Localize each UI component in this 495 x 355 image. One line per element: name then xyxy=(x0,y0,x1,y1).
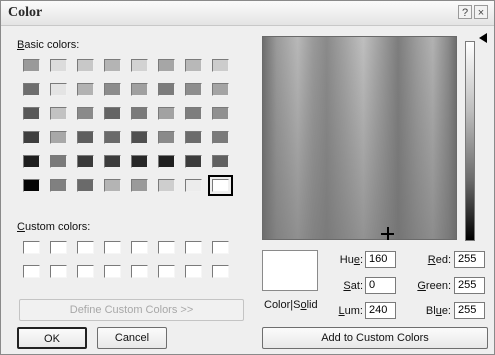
title-bar: Color ? × xyxy=(1,1,494,26)
basic-color-swatch[interactable] xyxy=(131,155,148,168)
basic-color-swatch[interactable] xyxy=(77,179,94,192)
green-label: Green: xyxy=(417,280,451,292)
crosshair-vertical xyxy=(387,227,389,240)
basic-color-swatch[interactable] xyxy=(212,155,229,168)
lum-field[interactable]: 240 xyxy=(365,302,396,319)
basic-color-swatch[interactable] xyxy=(212,83,229,96)
basic-color-swatch[interactable] xyxy=(50,59,67,72)
custom-color-swatch[interactable] xyxy=(77,241,94,254)
sat-label: Sat: xyxy=(343,280,363,292)
custom-color-swatch[interactable] xyxy=(104,265,121,278)
basic-color-swatch[interactable] xyxy=(23,179,40,192)
basic-color-swatch[interactable] xyxy=(158,131,175,144)
custom-color-swatch[interactable] xyxy=(131,241,148,254)
basic-color-swatch[interactable] xyxy=(104,179,121,192)
basic-color-swatch[interactable] xyxy=(212,107,229,120)
basic-color-swatch[interactable] xyxy=(23,59,40,72)
custom-color-swatch[interactable] xyxy=(23,241,40,254)
basic-color-swatch[interactable] xyxy=(185,179,202,192)
cancel-button[interactable]: Cancel xyxy=(97,327,167,349)
basic-color-swatch[interactable] xyxy=(23,155,40,168)
basic-color-swatch[interactable] xyxy=(208,175,233,196)
basic-color-swatch[interactable] xyxy=(77,59,94,72)
basic-color-swatch[interactable] xyxy=(185,131,202,144)
crosshair-icon[interactable] xyxy=(381,227,394,240)
color-preview xyxy=(262,250,318,291)
custom-color-swatch[interactable] xyxy=(158,265,175,278)
basic-color-swatch[interactable] xyxy=(77,83,94,96)
blue-label: Blue: xyxy=(425,305,451,317)
add-to-custom-colors-button[interactable]: Add to Custom Colors xyxy=(262,327,488,349)
green-field[interactable]: 255 xyxy=(454,277,485,294)
red-label: Red: xyxy=(427,254,451,266)
basic-color-swatch[interactable] xyxy=(185,59,202,72)
spectrum-shade xyxy=(263,37,456,239)
custom-color-swatch[interactable] xyxy=(185,241,202,254)
custom-color-swatch[interactable] xyxy=(50,241,67,254)
basic-color-swatch[interactable] xyxy=(185,155,202,168)
blue-field[interactable]: 255 xyxy=(454,302,485,319)
basic-color-swatch[interactable] xyxy=(158,83,175,96)
basic-color-swatch[interactable] xyxy=(50,131,67,144)
basic-color-swatch[interactable] xyxy=(50,155,67,168)
custom-color-swatch[interactable] xyxy=(23,265,40,278)
basic-color-swatch[interactable] xyxy=(77,107,94,120)
luminosity-slider[interactable] xyxy=(465,41,475,241)
hue-label: Hue: xyxy=(339,254,363,266)
color-spectrum[interactable] xyxy=(262,36,457,240)
basic-color-swatch[interactable] xyxy=(131,83,148,96)
basic-color-swatch[interactable] xyxy=(50,179,67,192)
color-dialog: Color ? × Basic colors: Custom colors: D… xyxy=(0,0,495,355)
basic-color-swatch[interactable] xyxy=(158,59,175,72)
color-solid-label: Color|Solid xyxy=(264,299,318,311)
custom-colors-label: Custom colors: xyxy=(17,221,91,233)
basic-colors-label: Basic colors: xyxy=(17,39,80,51)
basic-color-swatch[interactable] xyxy=(185,83,202,96)
basic-color-swatch[interactable] xyxy=(212,59,229,72)
custom-color-swatch[interactable] xyxy=(185,265,202,278)
help-icon[interactable]: ? xyxy=(458,5,472,19)
basic-color-swatch[interactable] xyxy=(23,131,40,144)
ok-button[interactable]: OK xyxy=(17,327,87,349)
custom-color-swatch[interactable] xyxy=(104,241,121,254)
basic-color-swatch[interactable] xyxy=(158,179,175,192)
basic-color-swatch[interactable] xyxy=(104,131,121,144)
basic-color-swatch[interactable] xyxy=(131,59,148,72)
basic-color-swatch[interactable] xyxy=(50,83,67,96)
basic-color-swatch[interactable] xyxy=(158,107,175,120)
basic-color-swatch[interactable] xyxy=(104,107,121,120)
basic-color-swatch[interactable] xyxy=(77,131,94,144)
define-custom-colors-button[interactable]: Define Custom Colors >> xyxy=(19,299,244,321)
custom-color-swatch[interactable] xyxy=(50,265,67,278)
basic-color-swatch[interactable] xyxy=(77,155,94,168)
basic-color-swatch[interactable] xyxy=(131,107,148,120)
basic-color-swatch[interactable] xyxy=(212,131,229,144)
basic-color-swatch[interactable] xyxy=(50,107,67,120)
custom-color-swatch[interactable] xyxy=(131,265,148,278)
sat-field[interactable]: 0 xyxy=(365,277,396,294)
basic-color-swatch[interactable] xyxy=(23,107,40,120)
custom-color-swatch[interactable] xyxy=(212,241,229,254)
basic-color-swatch[interactable] xyxy=(158,155,175,168)
hue-field[interactable]: 160 xyxy=(365,251,396,268)
close-icon[interactable]: × xyxy=(474,5,488,19)
basic-color-swatch[interactable] xyxy=(131,131,148,144)
basic-color-swatch[interactable] xyxy=(185,107,202,120)
basic-color-swatch[interactable] xyxy=(104,155,121,168)
window-title: Color xyxy=(8,5,43,20)
basic-color-swatch[interactable] xyxy=(131,179,148,192)
arrow-left-icon[interactable] xyxy=(479,33,487,43)
red-field[interactable]: 255 xyxy=(454,251,485,268)
custom-color-swatch[interactable] xyxy=(77,265,94,278)
custom-color-swatch[interactable] xyxy=(212,265,229,278)
custom-color-swatch[interactable] xyxy=(158,241,175,254)
basic-color-swatch[interactable] xyxy=(104,59,121,72)
lum-label: Lum: xyxy=(338,305,363,317)
basic-color-swatch[interactable] xyxy=(23,83,40,96)
basic-color-swatch[interactable] xyxy=(104,83,121,96)
